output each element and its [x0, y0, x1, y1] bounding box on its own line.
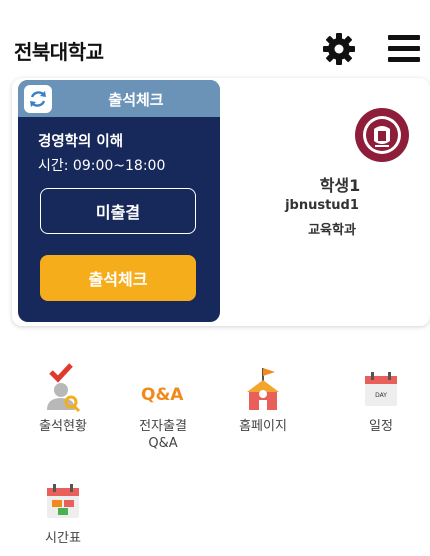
app-header: 전북대학교 — [0, 0, 430, 78]
svg-text:Q&A: Q&A — [141, 385, 184, 405]
menu-item-homepage[interactable]: 홈페이지 — [218, 368, 308, 435]
menu-item-attendance-status[interactable]: 출석현황 — [18, 363, 108, 435]
menu-item-calendar[interactable]: DAY 일정 — [336, 370, 426, 435]
student-id: jbnustud1 — [285, 198, 359, 213]
menu-label: 시간표 — [45, 531, 81, 546]
attendance-status-icon — [43, 363, 83, 412]
menu-item-qna[interactable]: Q&A 전자출결 Q&A — [118, 370, 208, 452]
menu-label: 일정 — [369, 419, 393, 434]
student-department: 교육학과 — [308, 223, 356, 238]
university-seal-logo — [354, 107, 410, 163]
menu-label: 전자출결 Q&A — [139, 419, 187, 451]
qna-icon: Q&A — [141, 370, 184, 410]
svg-text:DAY: DAY — [375, 392, 387, 399]
app-title: 전북대학교 — [14, 40, 104, 64]
student-name: 학생1 — [319, 176, 361, 195]
class-time: 시간: 09:00~18:00 — [38, 158, 166, 174]
settings-gear-icon[interactable] — [322, 32, 356, 66]
homepage-icon — [243, 368, 283, 410]
attendance-card-title: 출석체크 — [108, 91, 164, 109]
menu-label: 출석현황 — [39, 419, 87, 434]
timetable-icon — [43, 482, 83, 522]
menu-item-timetable[interactable]: 시간표 — [18, 482, 108, 547]
course-name: 경영학의 이해 — [38, 134, 124, 150]
calendar-icon: DAY — [361, 370, 401, 410]
hamburger-menu-icon[interactable] — [388, 35, 420, 63]
attendance-card: 출석체크 경영학의 이해 시간: 09:00~18:00 미출결 출석체크 — [18, 80, 220, 322]
refresh-icon[interactable] — [24, 85, 52, 113]
menu-label: 홈페이지 — [239, 419, 287, 434]
attendance-status-button[interactable]: 미출결 — [40, 188, 196, 234]
check-attendance-button[interactable]: 출석체크 — [40, 255, 196, 301]
attendance-card-header: 출석체크 — [18, 80, 220, 117]
